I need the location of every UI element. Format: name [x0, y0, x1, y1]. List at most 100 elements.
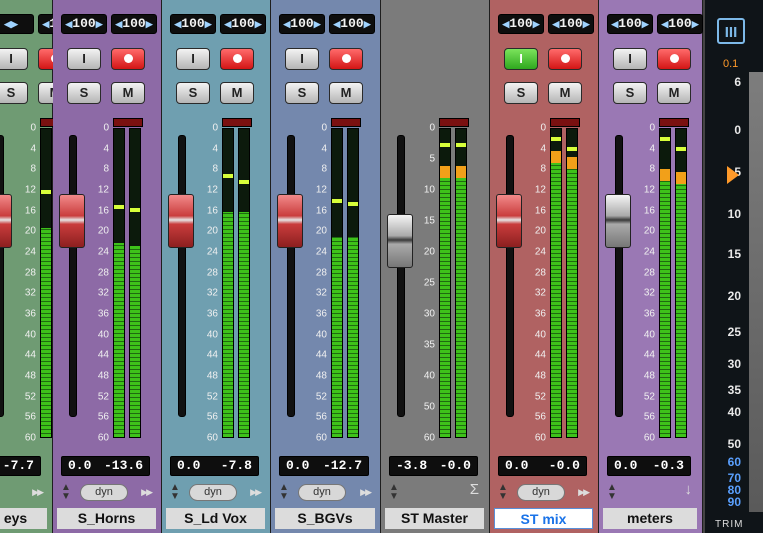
- mute-button[interactable]: M: [548, 82, 582, 104]
- input-monitor-button[interactable]: I: [285, 48, 319, 70]
- automation-stepper-icon[interactable]: ▲ ▼: [389, 483, 399, 502]
- mute-button[interactable]: M: [220, 82, 254, 104]
- track-name-label[interactable]: ST mix: [494, 508, 593, 529]
- pan-value: 100: [668, 16, 692, 31]
- track-name-label[interactable]: S_Horns: [57, 508, 156, 529]
- volume-fader-handle[interactable]: [605, 194, 631, 249]
- input-monitor-button[interactable]: I: [504, 48, 538, 70]
- play-icon[interactable]: ▶▶: [141, 487, 153, 498]
- mixer-window: ◀▶◀100▶ISM04812162024283236404448525660-…: [0, 0, 763, 533]
- automation-stepper-icon[interactable]: ▲ ▼: [498, 483, 508, 502]
- channel-strip-keys: ◀▶◀100▶ISM04812162024283236404448525660-…: [0, 0, 84, 533]
- fader-track[interactable]: [0, 135, 4, 417]
- track-name-label[interactable]: S_BGVs: [275, 508, 375, 529]
- track-name-label[interactable]: eys: [0, 508, 47, 529]
- pan-right-display[interactable]: ◀100▶: [111, 14, 157, 34]
- volume-fader-handle[interactable]: [0, 194, 12, 249]
- play-icon[interactable]: ▶▶: [250, 487, 262, 498]
- record-arm-button[interactable]: [548, 48, 582, 70]
- level-meter-left: [40, 128, 52, 438]
- volume-fader-handle[interactable]: [59, 194, 85, 249]
- pan-left-display[interactable]: ◀▶: [0, 14, 34, 34]
- level-readout: 0.0 -7.8: [170, 456, 259, 476]
- mute-button[interactable]: M: [329, 82, 363, 104]
- mute-button[interactable]: M: [111, 82, 145, 104]
- scale-tick-label: 16: [24, 205, 36, 217]
- pan-left-display[interactable]: ◀100▶: [61, 14, 107, 34]
- channel-strip-stmix: ◀100▶ ◀100▶ I S M 0 4 8 12 16 20 24 28 32 36 40 44 48 52 56…: [490, 0, 599, 533]
- scale-tick-label: 28: [315, 267, 327, 279]
- meter-peak-hold-indicator[interactable]: [550, 118, 580, 127]
- scale-tick-label: 28: [206, 267, 218, 279]
- scale-tick-label: 0: [30, 122, 36, 134]
- solo-button[interactable]: S: [67, 82, 101, 104]
- automation-stepper-icon[interactable]: ▲ ▼: [279, 483, 289, 502]
- channel-strip-ldvox: ◀100▶ ◀100▶ I S M 0 4 8 12 16 20 24 28 32 36 40 44 48 52 56…: [162, 0, 271, 533]
- record-dot-icon: [232, 54, 242, 63]
- pan-left-display[interactable]: ◀100▶: [498, 14, 544, 34]
- automation-stepper-icon[interactable]: ▲ ▼: [170, 483, 180, 502]
- scale-tick-label: 8: [649, 163, 655, 175]
- fader-track[interactable]: [178, 135, 186, 417]
- solo-button[interactable]: S: [176, 82, 210, 104]
- volume-fader-handle[interactable]: [387, 214, 413, 268]
- sigma-icon[interactable]: Σ: [470, 481, 479, 498]
- scale-tick-label: 40: [423, 370, 435, 382]
- input-monitor-button[interactable]: I: [67, 48, 101, 70]
- fader-track[interactable]: [69, 135, 77, 417]
- fader-track[interactable]: [615, 135, 623, 417]
- track-name-label[interactable]: meters: [603, 508, 697, 529]
- pan-arrow-right-icon: ▶: [313, 20, 321, 30]
- solo-button[interactable]: S: [613, 82, 647, 104]
- play-icon[interactable]: ▶▶: [32, 487, 44, 498]
- volume-fader-handle[interactable]: [168, 194, 194, 249]
- fader-track[interactable]: [506, 135, 514, 417]
- solo-button[interactable]: S: [504, 82, 538, 104]
- pan-right-display[interactable]: ◀100▶: [220, 14, 266, 34]
- down-arrow-icon[interactable]: ↓: [685, 481, 693, 498]
- automation-mode-selector[interactable]: dyn: [189, 484, 237, 501]
- plugin-logo-icon[interactable]: III: [717, 18, 745, 44]
- plugin-target-marker-icon[interactable]: [727, 166, 739, 184]
- solo-button[interactable]: S: [0, 82, 28, 104]
- meter-hot-segment: [440, 165, 450, 179]
- track-name-label[interactable]: ST Master: [385, 508, 484, 529]
- volume-fader-handle[interactable]: [277, 194, 303, 249]
- volume-fader-handle[interactable]: [496, 194, 522, 249]
- automation-stepper-icon[interactable]: ▲ ▼: [607, 483, 617, 502]
- pan-right-display[interactable]: ◀100▶: [657, 14, 703, 34]
- fader-track[interactable]: [287, 135, 295, 417]
- record-arm-button[interactable]: [329, 48, 363, 70]
- pan-right-display[interactable]: ◀100▶: [329, 14, 375, 34]
- meter-peak-hold-indicator[interactable]: [331, 118, 361, 127]
- play-icon[interactable]: ▶▶: [360, 487, 372, 498]
- input-monitor-button[interactable]: I: [0, 48, 28, 70]
- record-arm-button[interactable]: [111, 48, 145, 70]
- scale-tick-label: 56: [206, 411, 218, 423]
- record-arm-button[interactable]: [220, 48, 254, 70]
- track-name-label[interactable]: S_Ld Vox: [166, 508, 265, 529]
- record-arm-button[interactable]: [657, 48, 691, 70]
- scale-tick-label: 20: [97, 225, 109, 237]
- scale-tick-label: 32: [206, 287, 218, 299]
- mute-button[interactable]: M: [657, 82, 691, 104]
- input-monitor-button[interactable]: I: [613, 48, 647, 70]
- meter-peak-hold-indicator[interactable]: [113, 118, 143, 127]
- pan-right-display[interactable]: ◀100▶: [548, 14, 594, 34]
- fader-track[interactable]: [397, 135, 405, 417]
- automation-mode-selector[interactable]: dyn: [517, 484, 565, 501]
- automation-mode-selector[interactable]: dyn: [80, 484, 128, 501]
- automation-mode-selector[interactable]: dyn: [298, 484, 346, 501]
- automation-stepper-icon[interactable]: ▲ ▼: [61, 483, 71, 502]
- play-icon[interactable]: ▶▶: [578, 487, 590, 498]
- meter-peak-hold-indicator[interactable]: [659, 118, 689, 127]
- meter-peak-hold-indicator[interactable]: [222, 118, 252, 127]
- pan-left-display[interactable]: ◀100▶: [607, 14, 653, 34]
- meter-level-fill: [223, 212, 233, 437]
- input-monitor-button[interactable]: I: [176, 48, 210, 70]
- meter-peak-hold-indicator[interactable]: [439, 118, 469, 127]
- scale-tick-label: 12: [315, 184, 327, 196]
- solo-button[interactable]: S: [285, 82, 319, 104]
- pan-left-display[interactable]: ◀100▶: [279, 14, 325, 34]
- pan-left-display[interactable]: ◀100▶: [170, 14, 216, 34]
